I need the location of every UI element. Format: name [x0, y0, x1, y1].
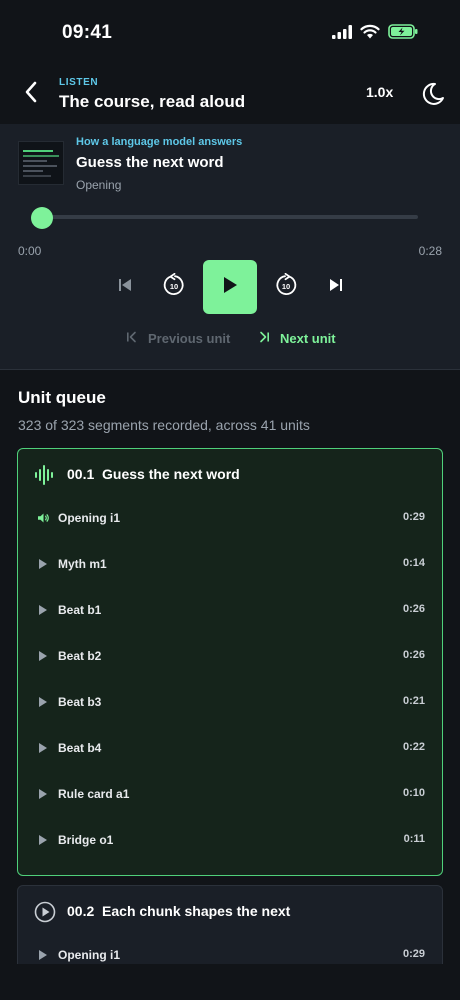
segment-duration: 0:21 [402, 695, 425, 707]
queue-summary: 323 of 323 segments recorded, across 41 … [18, 417, 310, 433]
unit-title: 00.1 Guess the next word [67, 466, 240, 482]
previous-unit-label: Previous unit [148, 331, 231, 346]
segment-row[interactable]: Rule card a1 0:10 [18, 774, 442, 814]
segment-label: Beat b4 [58, 741, 102, 755]
status-time: 09:41 [62, 22, 113, 43]
queue-title: Unit queue [18, 388, 106, 407]
moon-icon [420, 82, 446, 111]
bottom-edge [0, 964, 460, 1000]
time-total: 0:28 [418, 244, 442, 258]
svg-text:10: 10 [170, 282, 178, 291]
segment-label: Beat b3 [58, 695, 102, 709]
segment-label: Bridge o1 [58, 833, 114, 847]
segment-row[interactable]: Beat b1 0:26 [18, 590, 442, 630]
unit-header[interactable]: 00.2 Each chunk shapes the next [18, 886, 442, 938]
page-title: The course, read aloud [59, 92, 246, 111]
rewind-10-icon: 10 [162, 272, 186, 302]
battery-icon [388, 24, 418, 44]
previous-unit-button[interactable]: Previous unit [126, 331, 230, 346]
segment-duration: 0:26 [402, 649, 425, 661]
segment-duration: 0:11 [403, 833, 425, 845]
skip-previous-button[interactable] [114, 274, 136, 300]
waveform-icon [32, 462, 58, 488]
now-playing-panel: How a language model answers Guess the n… [0, 124, 460, 370]
track-section: Opening [76, 178, 122, 192]
play-small-icon [36, 787, 50, 801]
segment-label: Opening i1 [58, 511, 121, 525]
unit-title: 00.2 Each chunk shapes the next [67, 903, 291, 919]
segment-row[interactable]: Beat b2 0:26 [18, 636, 442, 676]
segment-duration: 0:29 [402, 948, 425, 960]
skip-previous-icon [117, 277, 133, 298]
back-button[interactable] [18, 80, 44, 108]
track-thumbnail [18, 141, 64, 185]
skip-next-button[interactable] [325, 274, 347, 300]
segment-row[interactable]: Beat b4 0:22 [18, 728, 442, 768]
unit-header[interactable]: 00.1 Guess the next word [18, 449, 442, 501]
segment-duration: 0:26 [402, 603, 425, 615]
next-unit-icon [258, 331, 270, 346]
status-icons [332, 24, 418, 44]
speaker-icon [36, 511, 50, 525]
play-small-icon [36, 649, 50, 663]
track-course[interactable]: How a language model answers [76, 136, 242, 148]
play-button[interactable] [203, 260, 257, 314]
segment-row[interactable]: Beat b3 0:21 [18, 682, 442, 722]
wifi-icon [360, 24, 380, 44]
next-unit-label: Next unit [280, 331, 336, 346]
segment-duration: 0:22 [402, 741, 425, 753]
unit-card-active[interactable]: 00.1 Guess the next word Opening i1 0:29… [17, 448, 443, 876]
status-bar: 09:41 [0, 0, 460, 64]
top-app-bar: LISTEN The course, read aloud 1.0x [0, 64, 460, 124]
play-icon [222, 276, 238, 299]
segment-label: Beat b2 [58, 649, 102, 663]
chevron-left-icon [24, 81, 38, 108]
segment-duration: 0:14 [402, 557, 425, 569]
dark-mode-button[interactable] [420, 81, 446, 107]
play-small-icon [36, 833, 50, 847]
segment-row[interactable]: Opening i1 0:29 [18, 498, 442, 538]
forward-10-icon: 10 [274, 272, 298, 302]
header-eyebrow: LISTEN [59, 77, 99, 88]
play-small-icon [36, 603, 50, 617]
track-title: Guess the next word [76, 154, 224, 171]
segment-label: Rule card a1 [58, 787, 130, 801]
play-small-icon [36, 557, 50, 571]
play-circle-icon[interactable] [32, 899, 58, 925]
forward-10-button[interactable]: 10 [273, 272, 299, 302]
rewind-10-button[interactable]: 10 [161, 272, 187, 302]
skip-next-icon [328, 277, 344, 298]
play-small-icon [36, 741, 50, 755]
progress-handle[interactable] [31, 207, 53, 229]
svg-text:10: 10 [282, 282, 290, 291]
segment-row[interactable]: Bridge o1 0:11 [18, 820, 442, 860]
playback-speed-button[interactable]: 1.0x [366, 84, 393, 100]
segment-duration: 0:29 [402, 511, 425, 523]
next-unit-button[interactable]: Next unit [258, 331, 336, 346]
prev-unit-icon [126, 331, 138, 346]
play-small-icon [36, 695, 50, 709]
play-small-icon [36, 948, 50, 962]
segment-label: Myth m1 [58, 557, 107, 571]
segment-duration: 0:10 [402, 787, 425, 799]
signal-icon [332, 24, 352, 44]
segment-label: Beat b1 [58, 603, 102, 617]
progress-bar[interactable] [40, 215, 418, 219]
segment-row[interactable]: Myth m1 0:14 [18, 544, 442, 584]
time-elapsed: 0:00 [18, 244, 42, 258]
segment-label: Opening i1 [58, 948, 121, 962]
